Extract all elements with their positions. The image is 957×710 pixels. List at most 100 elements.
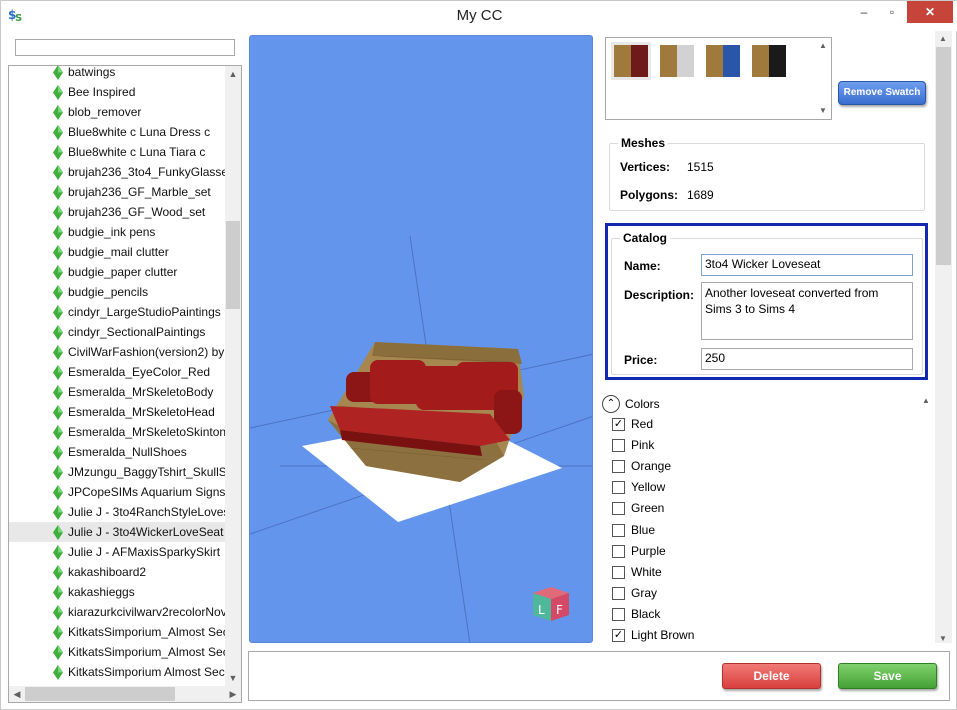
remove-swatch-button[interactable]: Remove Swatch — [838, 81, 926, 105]
checkbox[interactable] — [612, 481, 625, 495]
tree-item[interactable]: kakashiboard2 — [9, 562, 227, 582]
checkbox[interactable] — [612, 544, 625, 558]
tree-item[interactable]: budgie_mail clutter — [9, 242, 227, 262]
swatch-item[interactable] — [657, 42, 697, 80]
price-field[interactable]: 250 — [701, 348, 913, 370]
swatch-scroll-up-icon[interactable]: ▲ — [815, 38, 831, 54]
scroll-right-icon[interactable]: ▶ — [225, 686, 241, 702]
plumbob-icon — [53, 265, 63, 280]
tree-item[interactable]: blob_remover — [9, 102, 227, 122]
checkbox[interactable] — [612, 565, 625, 579]
plumbob-icon — [53, 305, 63, 320]
cc-tree[interactable]: batwings Bee Inspired blob_remover Blue8whi… — [8, 65, 242, 703]
swatch-right-color — [677, 45, 694, 77]
swatch-item[interactable] — [703, 42, 743, 80]
checkbox[interactable] — [612, 502, 625, 516]
checked-checkbox[interactable]: ✓ — [612, 629, 625, 642]
tree-item[interactable]: brujah236_GF_Wood_set — [9, 202, 227, 222]
color-label: Purple — [631, 543, 666, 558]
tree-item[interactable]: Julie J - AFMaxisSparkySkirt — [9, 542, 227, 562]
tree-item[interactable]: Blue8white c Luna Tiara c — [9, 142, 227, 162]
tree-scroll-thumb[interactable] — [226, 221, 240, 309]
tree-hscroll-thumb[interactable] — [25, 687, 175, 701]
checked-checkbox[interactable]: ✓ — [612, 418, 625, 431]
properties-scroll-thumb[interactable] — [936, 47, 951, 265]
tree-item[interactable]: cindyr_LargeStudioPaintings — [9, 302, 227, 322]
color-label: Green — [631, 501, 665, 516]
tree-item[interactable]: KitkatsSimporium Almost Sec — [9, 662, 227, 682]
tree-item[interactable]: cindyr_SectionalPaintings — [9, 322, 227, 342]
tree-item[interactable]: Esmeralda_EyeColor_Red — [9, 362, 227, 382]
swatch-list[interactable]: ▲ ▼ — [605, 37, 832, 120]
properties-scroll-up-icon[interactable]: ▲ — [935, 31, 951, 47]
tree-item[interactable]: Esmeralda_MrSkeletoSkintone — [9, 422, 227, 442]
checkbox[interactable] — [612, 439, 625, 453]
tree-item[interactable]: kiarazurkcivilwarv2recolorNov — [9, 602, 227, 622]
model-preview-viewport[interactable] — [249, 35, 593, 643]
tree-item[interactable]: budgie_pencils — [9, 282, 227, 302]
tree-item[interactable]: budgie_paper clutter — [9, 262, 227, 282]
plumbob-icon — [53, 625, 63, 640]
tree-horizontal-scrollbar[interactable]: ◀ ▶ — [9, 686, 241, 702]
meshes-group: Meshes Vertices: 1515 Polygons: 1689 — [609, 136, 925, 211]
plumbob-icon — [53, 565, 63, 580]
tree-item-label: kakashieggs — [68, 585, 135, 599]
tree-item[interactable]: Esmeralda_MrSkeletoHead — [9, 402, 227, 422]
properties-scrollbar[interactable]: ▲ — [935, 31, 952, 643]
tree-item[interactable]: Esmeralda_MrSkeletoBody — [9, 382, 227, 402]
plumbob-icon — [53, 645, 63, 660]
tree-vertical-scrollbar[interactable]: ▲ ▼ — [225, 66, 241, 686]
swatch-item[interactable] — [749, 42, 789, 80]
plumbob-icon — [53, 425, 63, 440]
window-title: My CC — [456, 7, 503, 24]
description-field[interactable]: Another loveseat converted from Sims 3 t… — [701, 282, 913, 340]
scroll-down-icon[interactable]: ▼ — [225, 670, 241, 686]
minimize-button[interactable]: – — [851, 1, 877, 23]
plumbob-icon — [53, 105, 63, 120]
tree-item[interactable]: Bee Inspired — [9, 82, 227, 102]
scroll-up-icon[interactable]: ▲ — [225, 66, 241, 82]
name-field[interactable]: 3to4 Wicker Loveseat — [701, 254, 913, 276]
catalog-title: Catalog — [620, 231, 671, 245]
polygons-value: 1689 — [687, 188, 714, 202]
tree-item[interactable]: KitkatsSimporium_Almost Sec — [9, 622, 227, 642]
save-button[interactable]: Save — [838, 663, 937, 689]
app-window: $ S My CC – ▫ ✕ batwings Bee Inspired blob… — [0, 0, 957, 710]
color-label: Black — [631, 606, 661, 621]
tree-item[interactable]: kakashieggs — [9, 582, 227, 602]
colors-scroll-down-icon[interactable]: ▼ — [935, 631, 951, 647]
tree-item[interactable]: brujah236_3to4_FunkyGlasses — [9, 162, 227, 182]
search-input[interactable] — [15, 39, 235, 56]
tree-item[interactable]: brujah236_GF_Marble_set — [9, 182, 227, 202]
tree-item[interactable]: CivilWarFashion(version2) by — [9, 342, 227, 362]
scroll-left-icon[interactable]: ◀ — [9, 686, 25, 702]
collapse-chevron-icon[interactable]: ⌃ — [602, 395, 620, 413]
tree-item-label: Esmeralda_MrSkeletoBody — [68, 385, 214, 399]
swatch-item[interactable] — [611, 42, 651, 80]
colors-title: Colors — [625, 397, 660, 411]
checkbox[interactable] — [612, 460, 625, 474]
checkbox[interactable] — [612, 523, 625, 537]
tree-item[interactable]: KitkatsSimporium_Almost Sec — [9, 642, 227, 662]
checkbox[interactable] — [612, 607, 625, 621]
color-label: Red — [631, 417, 654, 431]
tree-item[interactable]: Blue8white c Luna Dress c — [9, 122, 227, 142]
checkbox[interactable] — [612, 586, 625, 600]
swatch-left-color — [706, 45, 723, 77]
tree-item[interactable]: JMzungu_BaggyTshirt_SkullSe — [9, 462, 227, 482]
tree-item[interactable]: batwings — [9, 66, 227, 82]
tree-item-label: Esmeralda_MrSkeletoSkintone — [68, 425, 227, 439]
swatch-scroll-down-icon[interactable]: ▼ — [815, 103, 831, 119]
close-button[interactable]: ✕ — [907, 1, 953, 23]
maximize-button[interactable]: ▫ — [879, 1, 905, 23]
tree-item[interactable]: Julie J - 3to4WickerLoveSeat — [9, 522, 227, 542]
price-label: Price: — [624, 353, 658, 367]
tree-item[interactable]: JPCopeSIMs Aquarium Signs — [9, 482, 227, 502]
tree-item[interactable]: Julie J - 3to4RanchStyleLovese — [9, 502, 227, 522]
tree-item[interactable]: Esmeralda_NullShoes — [9, 442, 227, 462]
plumbob-icon — [53, 85, 63, 100]
tree-item[interactable]: budgie_ink pens — [9, 222, 227, 242]
delete-button[interactable]: Delete — [722, 663, 821, 689]
tree-item-label: Esmeralda_NullShoes — [68, 445, 187, 459]
colors-scroll-up-icon[interactable]: ▲ — [918, 393, 934, 409]
